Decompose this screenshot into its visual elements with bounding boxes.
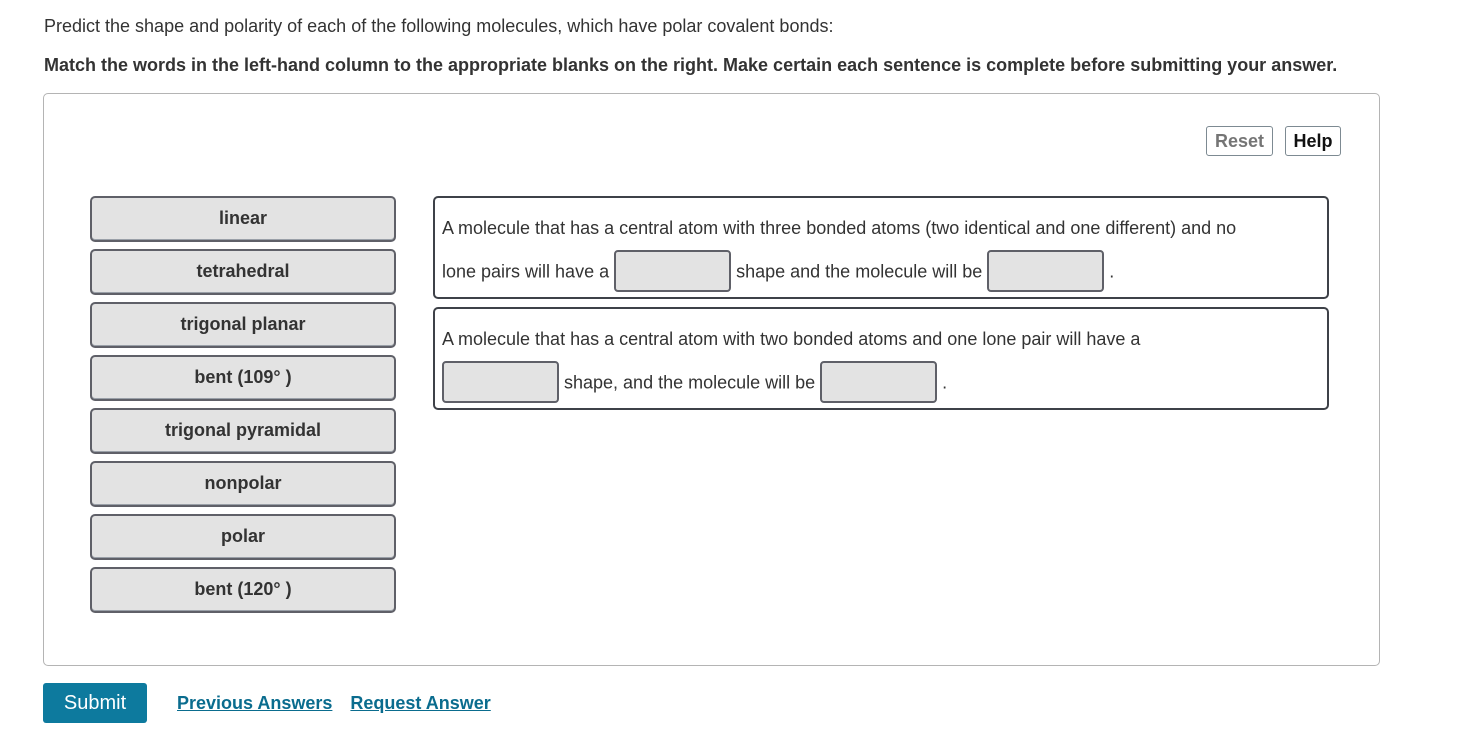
sentence-2-period: . (942, 372, 948, 393)
word-chip-polar[interactable]: polar (90, 514, 396, 560)
sentence-1-line-2: lone pairs will have a shape and the mole… (442, 249, 1319, 293)
sentence-1-blank-shape[interactable] (614, 250, 732, 293)
word-chip-trigonal-planar[interactable]: trigonal planar (90, 302, 396, 348)
sentence-2-line-2: shape, and the molecule will be. (437, 360, 1319, 404)
word-chip-trigonal-pyramidal[interactable]: trigonal pyramidal (90, 408, 396, 454)
footer-actions: Submit Previous Answers Request Answer (43, 683, 491, 723)
word-chip-nonpolar[interactable]: nonpolar (90, 461, 396, 507)
sentence-1-text-a: lone pairs will have a (442, 261, 610, 282)
previous-answers-link[interactable]: Previous Answers (177, 693, 332, 714)
sentence-1-text-b: shape and the molecule will be (736, 261, 983, 282)
sentence-1-line-1: A molecule that has a central atom with … (442, 218, 1237, 238)
sentence-1-blank-polarity[interactable] (987, 250, 1105, 293)
sentence-2-blank-shape[interactable] (442, 361, 559, 404)
word-chip-bent-120[interactable]: bent (120° ) (90, 567, 396, 613)
sentence-2-text-b: shape, and the molecule will be (564, 372, 816, 393)
word-chip-tetrahedral[interactable]: tetrahedral (90, 249, 396, 295)
question-prompt: Predict the shape and polarity of each o… (44, 16, 834, 36)
sentence-2-line-1: A molecule that has a central atom with … (442, 329, 1141, 349)
sentence-1: A molecule that has a central atom with … (433, 196, 1329, 299)
instructions: Match the words in the left-hand column … (44, 55, 1338, 75)
drag-drop-panel: Reset Help linear tetrahedral trigonal p… (43, 93, 1380, 666)
submit-button[interactable]: Submit (43, 683, 147, 723)
help-button[interactable]: Help (1285, 126, 1341, 156)
sentence-2-blank-polarity[interactable] (820, 361, 938, 404)
word-bank: linear tetrahedral trigonal planar bent … (90, 196, 396, 620)
reset-button[interactable]: Reset (1206, 126, 1273, 156)
request-answer-link[interactable]: Request Answer (350, 693, 490, 714)
sentence-2: A molecule that has a central atom with … (433, 307, 1329, 410)
word-chip-bent-109[interactable]: bent (109° ) (90, 355, 396, 401)
sentence-list: A molecule that has a central atom with … (433, 196, 1329, 418)
sentence-1-period: . (1109, 261, 1115, 282)
word-chip-linear[interactable]: linear (90, 196, 396, 242)
